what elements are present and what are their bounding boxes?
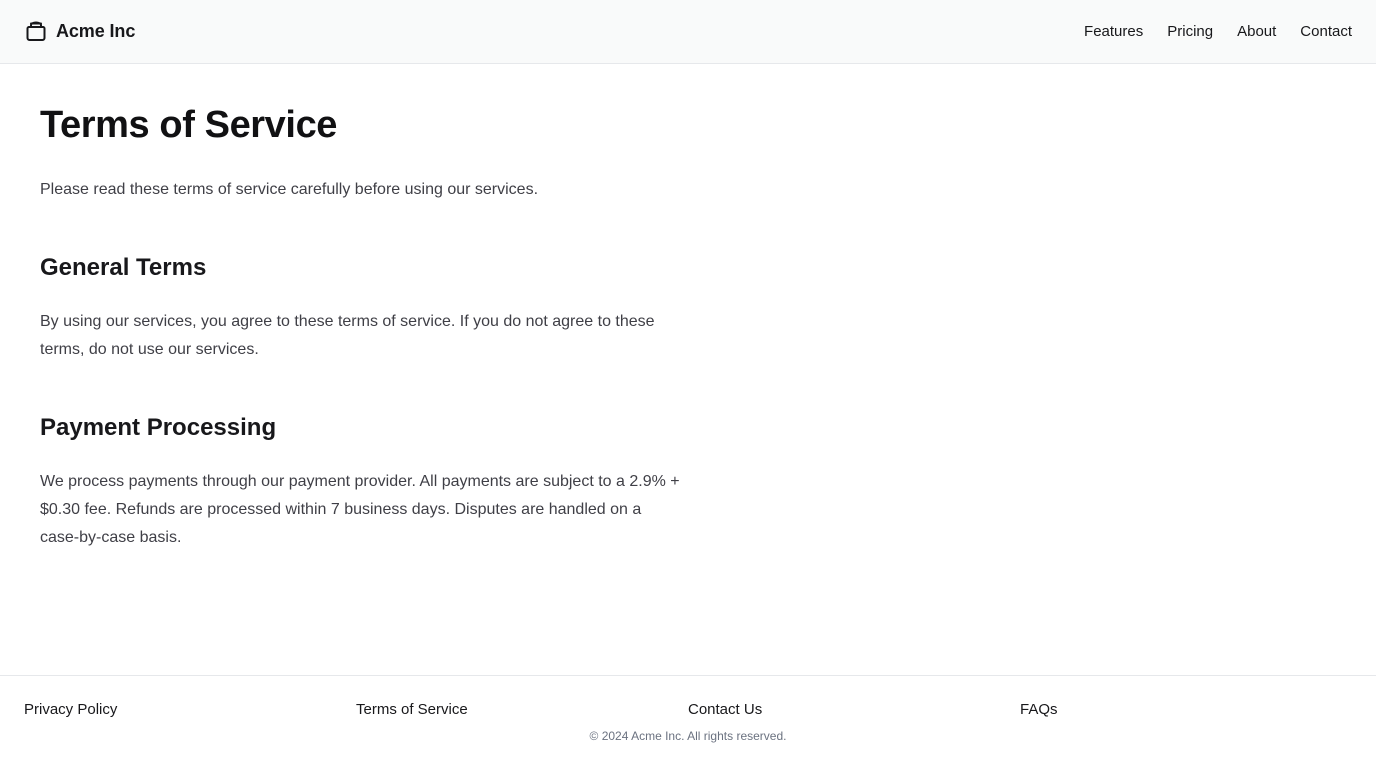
section-heading-general-terms: General Terms <box>40 254 207 281</box>
top-nav: Features Pricing About Contact <box>1084 21 1352 43</box>
page-title: Terms of Service <box>40 104 338 146</box>
section-body-general-terms: By using our services, you agree to thes… <box>40 313 655 358</box>
footer-links: Privacy Policy Terms of Service Contact … <box>24 700 1352 720</box>
section-heading-payment-processing: Payment Processing <box>40 414 277 441</box>
brand-link[interactable]: Acme Inc <box>24 19 135 43</box>
site-footer: Privacy Policy Terms of Service Contact … <box>0 675 1376 769</box>
nav-link-about[interactable]: About <box>1237 21 1276 43</box>
package-icon <box>24 19 48 43</box>
nav-link-contact[interactable]: Contact <box>1300 21 1352 43</box>
section-body-payment-processing: We process payments through our payment … <box>40 473 680 546</box>
footer-link-terms-of-service[interactable]: Terms of Service <box>356 700 688 720</box>
brand-name: Acme Inc <box>56 21 136 41</box>
intro-text: Please read these terms of service caref… <box>40 181 539 198</box>
nav-link-pricing[interactable]: Pricing <box>1167 21 1213 43</box>
site-header: Acme Inc Features Pricing About Contact <box>0 0 1376 64</box>
footer-link-contact-us[interactable]: Contact Us <box>688 700 1020 720</box>
copyright-text: © 2024 Acme Inc. All rights reserved. <box>589 729 787 743</box>
footer-link-faqs[interactable]: FAQs <box>1020 700 1352 720</box>
footer-link-privacy-policy[interactable]: Privacy Policy <box>24 700 356 720</box>
nav-link-features[interactable]: Features <box>1084 21 1143 43</box>
